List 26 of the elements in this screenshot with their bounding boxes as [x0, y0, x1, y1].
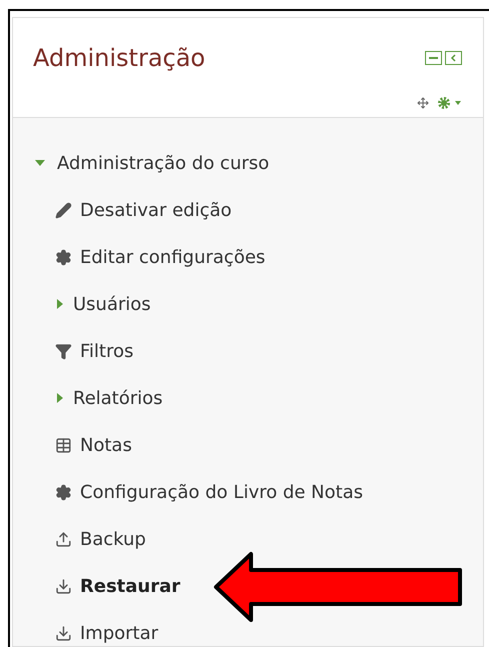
tree-item[interactable]: Importar [80, 620, 158, 646]
gear-menu-icon[interactable] [437, 96, 463, 110]
tree-item[interactable]: Relatórios [73, 384, 163, 412]
table-icon [55, 436, 72, 454]
gear-icon [55, 484, 72, 500]
funnel-icon [55, 342, 72, 360]
tree-item[interactable]: Configuração do Livro de Notas [80, 478, 363, 506]
caret-down-icon[interactable] [35, 158, 45, 168]
gear-icon [55, 248, 72, 266]
tree-item[interactable]: Notas [80, 432, 132, 458]
tree-item[interactable]: Desativar edição [80, 196, 232, 224]
pencil-icon [55, 202, 72, 218]
tree-item[interactable]: Usuários [73, 290, 151, 318]
download-icon [55, 578, 72, 594]
tree-item[interactable]: Editar configurações [80, 244, 266, 270]
download-icon [55, 624, 72, 642]
caret-right-icon[interactable] [55, 299, 65, 309]
dock-icons[interactable] [425, 51, 463, 65]
tree-item[interactable]: Administração do curso [57, 150, 270, 176]
move-icon[interactable] [417, 97, 429, 109]
tree-item[interactable]: Filtros [80, 338, 134, 364]
upload-icon [55, 530, 72, 548]
tree-item[interactable]: Backup [80, 526, 146, 552]
block-title: Administração [33, 43, 206, 74]
tree-item[interactable]: Restaurar [80, 572, 180, 600]
caret-right-icon[interactable] [55, 393, 65, 403]
